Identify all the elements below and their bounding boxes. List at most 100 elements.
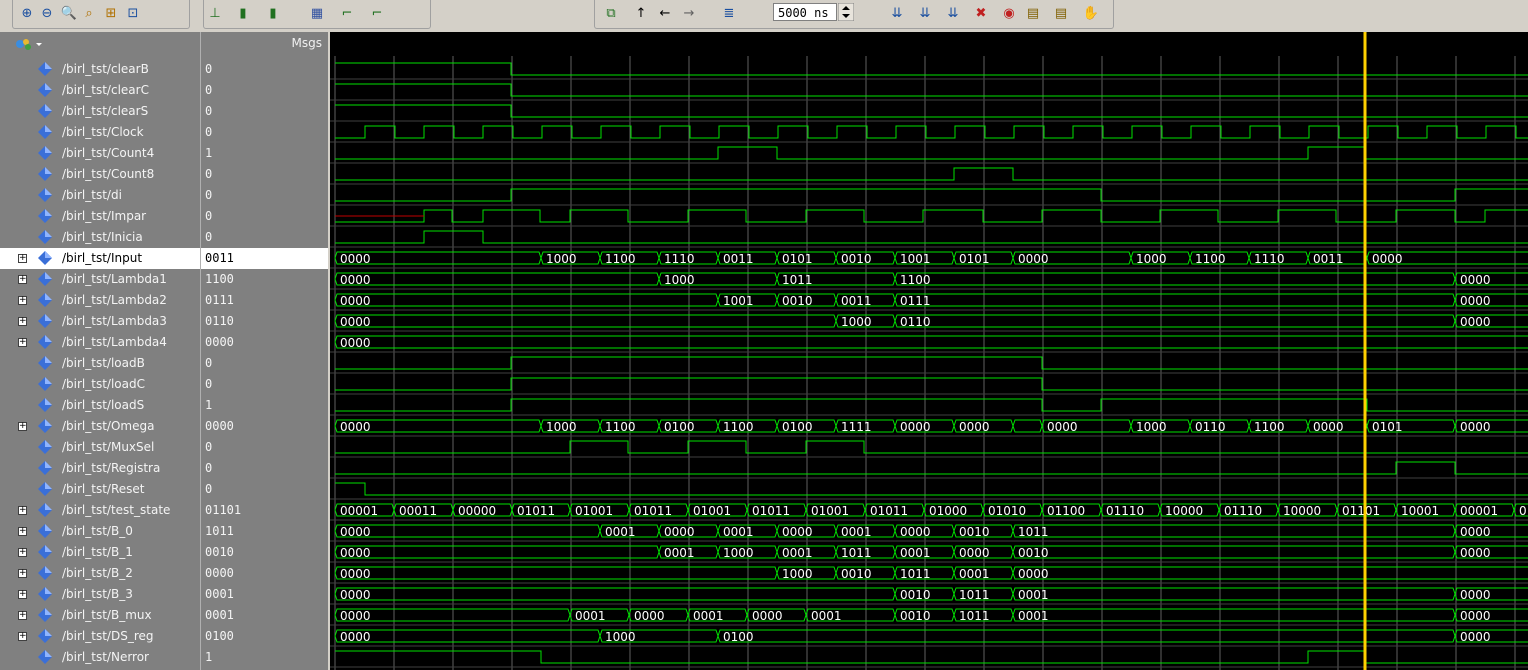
wave-dots-icon[interactable]: ▦	[306, 2, 328, 24]
value-row[interactable]: 0110	[201, 311, 328, 332]
zoom-mode-icon[interactable]: ⊡	[122, 2, 144, 24]
signal-row[interactable]: + /birl_tst/B_2	[0, 563, 200, 584]
value-row[interactable]: 0100	[201, 626, 328, 647]
expand-icon[interactable]: +	[18, 590, 27, 599]
run-length-spinner[interactable]	[837, 2, 860, 22]
value-row[interactable]: 0	[201, 101, 328, 122]
step-up-icon[interactable]: ↑	[630, 2, 652, 24]
signal-row[interactable]: /birl_tst/Inicia	[0, 227, 200, 248]
signal-row[interactable]: + /birl_tst/B_3	[0, 584, 200, 605]
signal-row[interactable]: /birl_tst/MuxSel	[0, 437, 200, 458]
signal-row[interactable]: /birl_tst/Registra	[0, 458, 200, 479]
expand-icon[interactable]: +	[18, 275, 27, 284]
value-row[interactable]: 0	[201, 227, 328, 248]
value-row[interactable]: 0111	[201, 290, 328, 311]
value-row[interactable]: 0011	[201, 248, 328, 269]
signal-row[interactable]: + /birl_tst/DS_reg	[0, 626, 200, 647]
value-row[interactable]: 0	[201, 437, 328, 458]
value-row[interactable]: 0	[201, 206, 328, 227]
expand-icon[interactable]: +	[18, 296, 27, 305]
zoom-full-icon[interactable]: 🔍	[58, 2, 80, 24]
expand-icon[interactable]: +	[18, 506, 27, 515]
signal-row[interactable]: /birl_tst/Clock	[0, 122, 200, 143]
zoom-out-icon[interactable]: ⊖	[36, 2, 58, 24]
continue-icon[interactable]: ⇊	[914, 2, 936, 24]
signal-row[interactable]: /birl_tst/Count8	[0, 164, 200, 185]
value-row[interactable]: 0000	[201, 563, 328, 584]
value-row[interactable]: 0	[201, 479, 328, 500]
signal-row[interactable]: + /birl_tst/B_mux	[0, 605, 200, 626]
run-icon[interactable]: ⇊	[886, 2, 908, 24]
signal-row[interactable]: /birl_tst/di	[0, 185, 200, 206]
signal-row[interactable]: /birl_tst/loadB	[0, 353, 200, 374]
value-row[interactable]: 0	[201, 185, 328, 206]
step-back-icon[interactable]: ←	[654, 2, 676, 24]
expand-icon[interactable]: +	[18, 569, 27, 578]
find-icon[interactable]: ▤	[1022, 2, 1044, 24]
signal-row[interactable]: /birl_tst/Count4	[0, 143, 200, 164]
value-row[interactable]: 0	[201, 353, 328, 374]
signal-row[interactable]: + /birl_tst/Input	[0, 248, 200, 269]
value-row[interactable]: 0001	[201, 605, 328, 626]
expand-icon[interactable]: +	[18, 338, 27, 347]
waveform-canvas[interactable]: 0000 1000 1100 1110 0011 0101 0010 1001 0101 0000…	[330, 32, 1528, 670]
value-row[interactable]: 1011	[201, 521, 328, 542]
signal-row[interactable]: + /birl_tst/test_state	[0, 500, 200, 521]
zoom-range-icon[interactable]: ⊞	[100, 2, 122, 24]
value-row[interactable]: 0	[201, 80, 328, 101]
value-row[interactable]: 0000	[201, 332, 328, 353]
signal-row[interactable]: + /birl_tst/Lambda4	[0, 332, 200, 353]
expand-icon[interactable]: +	[18, 527, 27, 536]
signal-row[interactable]: + /birl_tst/B_1	[0, 542, 200, 563]
signal-row[interactable]: /birl_tst/clearB	[0, 59, 200, 80]
expand-icon[interactable]: +	[18, 548, 27, 557]
value-row[interactable]: 0	[201, 122, 328, 143]
stop-icon[interactable]: ◉	[998, 2, 1020, 24]
signal-row[interactable]: /birl_tst/clearS	[0, 101, 200, 122]
wave-step-alt-icon[interactable]: ⌐	[366, 2, 388, 24]
value-row[interactable]: 1	[201, 647, 328, 668]
value-row[interactable]: 1	[201, 143, 328, 164]
restart-icon[interactable]: ⧉	[600, 2, 622, 24]
hand-icon[interactable]: ✋	[1080, 2, 1102, 24]
signal-row[interactable]: /birl_tst/clearC	[0, 80, 200, 101]
expand-icon[interactable]: +	[18, 632, 27, 641]
value-row[interactable]: 0	[201, 59, 328, 80]
zoom-in-icon[interactable]: ⊕	[16, 2, 38, 24]
expand-icon[interactable]: +	[18, 422, 27, 431]
wave-fill-icon[interactable]: ▮	[262, 2, 284, 24]
zoom-cursor-icon[interactable]: ⌕	[78, 2, 100, 24]
value-row[interactable]: 0	[201, 458, 328, 479]
wave-step-icon[interactable]: ⌐	[336, 2, 358, 24]
run-all-icon[interactable]: ⇊	[942, 2, 964, 24]
signal-row[interactable]: /birl_tst/Nerror	[0, 647, 200, 668]
signal-row[interactable]: /birl_tst/Impar	[0, 206, 200, 227]
value-row[interactable]: 0	[201, 374, 328, 395]
value-row[interactable]: 01101	[201, 500, 328, 521]
value-row[interactable]: 0010	[201, 542, 328, 563]
signal-row[interactable]: + /birl_tst/Omega	[0, 416, 200, 437]
run-length-icon[interactable]: ≣	[718, 2, 740, 24]
break-icon[interactable]: ✖	[970, 2, 992, 24]
value-row[interactable]: 1	[201, 395, 328, 416]
value-row[interactable]: 0001	[201, 584, 328, 605]
signal-menu-icon[interactable]	[14, 36, 44, 52]
step-forward-icon[interactable]: →	[678, 2, 700, 24]
value-row[interactable]: 0	[201, 164, 328, 185]
expand-icon[interactable]: +	[18, 254, 27, 263]
expand-icon[interactable]: +	[18, 317, 27, 326]
expand-icon[interactable]: +	[18, 611, 27, 620]
wave-block-icon[interactable]: ▮	[232, 2, 254, 24]
value-row[interactable]: 0000	[201, 416, 328, 437]
waveform-pane[interactable]: 0000 1000 1100 1110 0011 0101 0010 1001 0101 0000…	[330, 32, 1528, 670]
find-next-icon[interactable]: ▤	[1050, 2, 1072, 24]
value-row[interactable]: 1100	[201, 269, 328, 290]
signal-row[interactable]: + /birl_tst/Lambda3	[0, 311, 200, 332]
signal-row[interactable]: /birl_tst/Reset	[0, 479, 200, 500]
signal-row[interactable]: + /birl_tst/Lambda1	[0, 269, 200, 290]
signal-row[interactable]: /birl_tst/loadC	[0, 374, 200, 395]
signal-row[interactable]: + /birl_tst/B_0	[0, 521, 200, 542]
wave-line-icon[interactable]: ⊥	[204, 2, 226, 24]
run-length-input[interactable]: 5000 ns	[773, 3, 837, 21]
signal-row[interactable]: + /birl_tst/Lambda2	[0, 290, 200, 311]
